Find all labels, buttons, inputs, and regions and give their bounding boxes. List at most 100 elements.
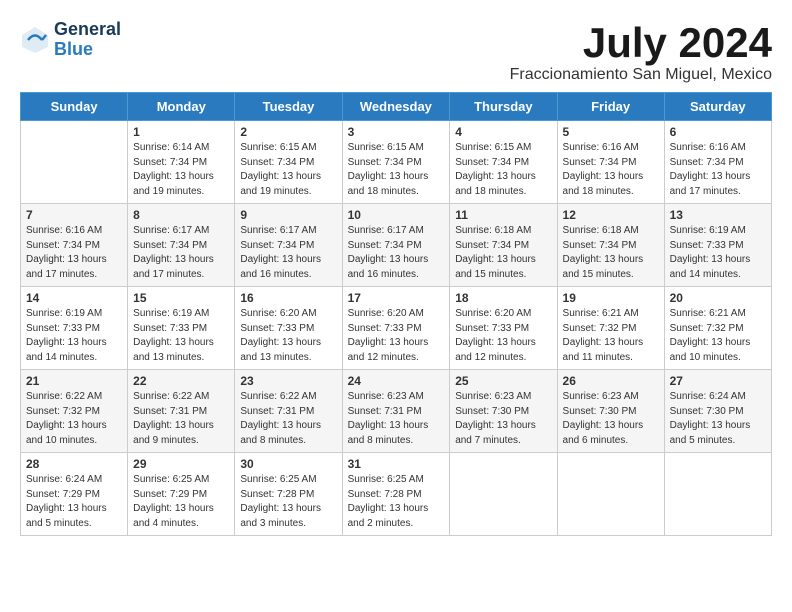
day-number: 30	[240, 457, 336, 471]
calendar-cell: 21 Sunrise: 6:22 AMSunset: 7:32 PMDayligh…	[21, 370, 128, 453]
day-info: Sunrise: 6:19 AMSunset: 7:33 PMDaylight:…	[26, 307, 122, 365]
calendar-cell: 20 Sunrise: 6:21 AMSunset: 7:32 PMDayligh…	[664, 287, 771, 370]
day-number: 5	[563, 125, 659, 139]
logo-icon	[20, 25, 50, 55]
calendar-cell: 1Sunrise: 6:14 AMSunset: 7:34 PMDaylight…	[128, 121, 235, 204]
calendar-cell: 10 Sunrise: 6:17 AMSunset: 7:34 PMDayligh…	[342, 204, 450, 287]
day-number: 21	[26, 374, 122, 388]
location-title: Fraccionamiento San Miguel, Mexico	[510, 66, 772, 84]
day-number: 24	[348, 374, 445, 388]
month-title: July 2024	[510, 20, 772, 66]
weekday-header-monday: Monday	[128, 93, 235, 121]
day-number: 29	[133, 457, 229, 471]
header: General Blue July 2024 Fraccionamiento S…	[20, 20, 772, 84]
day-info: Sunrise: 6:17 AMSunset: 7:34 PMDaylight:…	[348, 224, 445, 282]
title-area: July 2024 Fraccionamiento San Miguel, Me…	[510, 20, 772, 84]
calendar-cell: 18Sunrise: 6:20 AMSunset: 7:33 PMDayligh…	[450, 287, 557, 370]
calendar-cell: 24 Sunrise: 6:23 AMSunset: 7:31 PMDayligh…	[342, 370, 450, 453]
day-number: 9	[240, 208, 336, 222]
day-number: 19	[563, 291, 659, 305]
week-row-1: 1Sunrise: 6:14 AMSunset: 7:34 PMDaylight…	[21, 121, 772, 204]
day-number: 16	[240, 291, 336, 305]
day-number: 7	[26, 208, 122, 222]
day-info: Sunrise: 6:15 AMSunset: 7:34 PMDaylight:…	[348, 141, 445, 199]
day-number: 12	[563, 208, 659, 222]
calendar-cell: 6 Sunrise: 6:16 AMSunset: 7:34 PMDaylight…	[664, 121, 771, 204]
calendar-cell: 26 Sunrise: 6:23 AMSunset: 7:30 PMDayligh…	[557, 370, 664, 453]
logo-blue: Blue	[54, 40, 121, 60]
day-info: Sunrise: 6:22 AMSunset: 7:31 PMDaylight:…	[133, 390, 229, 448]
day-info: Sunrise: 6:23 AMSunset: 7:30 PMDaylight:…	[563, 390, 659, 448]
day-info: Sunrise: 6:25 AMSunset: 7:29 PMDaylight:…	[133, 473, 229, 531]
day-number: 8	[133, 208, 229, 222]
calendar-cell: 28 Sunrise: 6:24 AMSunset: 7:29 PMDayligh…	[21, 453, 128, 536]
day-number: 6	[670, 125, 766, 139]
calendar-cell: 14 Sunrise: 6:19 AMSunset: 7:33 PMDayligh…	[21, 287, 128, 370]
calendar-cell: 31Sunrise: 6:25 AMSunset: 7:28 PMDayligh…	[342, 453, 450, 536]
day-number: 13	[670, 208, 766, 222]
day-info: Sunrise: 6:17 AMSunset: 7:34 PMDaylight:…	[133, 224, 229, 282]
calendar-cell	[21, 121, 128, 204]
day-info: Sunrise: 6:25 AMSunset: 7:28 PMDaylight:…	[348, 473, 445, 531]
day-number: 1	[133, 125, 229, 139]
calendar-cell: 30 Sunrise: 6:25 AMSunset: 7:28 PMDayligh…	[235, 453, 342, 536]
day-number: 26	[563, 374, 659, 388]
day-info: Sunrise: 6:15 AMSunset: 7:34 PMDaylight:…	[455, 141, 551, 199]
logo-general: General	[54, 20, 121, 40]
calendar-cell: 17Sunrise: 6:20 AMSunset: 7:33 PMDayligh…	[342, 287, 450, 370]
calendar-cell: 5Sunrise: 6:16 AMSunset: 7:34 PMDaylight…	[557, 121, 664, 204]
day-info: Sunrise: 6:16 AMSunset: 7:34 PMDaylight:…	[670, 141, 766, 199]
weekday-header-row: SundayMondayTuesdayWednesdayThursdayFrid…	[21, 93, 772, 121]
logo-text: General Blue	[54, 20, 121, 60]
day-info: Sunrise: 6:23 AMSunset: 7:30 PMDaylight:…	[455, 390, 551, 448]
day-info: Sunrise: 6:22 AMSunset: 7:32 PMDaylight:…	[26, 390, 122, 448]
weekday-header-saturday: Saturday	[664, 93, 771, 121]
day-info: Sunrise: 6:15 AMSunset: 7:34 PMDaylight:…	[240, 141, 336, 199]
day-info: Sunrise: 6:22 AMSunset: 7:31 PMDaylight:…	[240, 390, 336, 448]
day-number: 28	[26, 457, 122, 471]
weekday-header-thursday: Thursday	[450, 93, 557, 121]
day-number: 20	[670, 291, 766, 305]
day-info: Sunrise: 6:21 AMSunset: 7:32 PMDaylight:…	[563, 307, 659, 365]
weekday-header-wednesday: Wednesday	[342, 93, 450, 121]
calendar-table: SundayMondayTuesdayWednesdayThursdayFrid…	[20, 92, 772, 536]
day-number: 3	[348, 125, 445, 139]
calendar-cell: 15 Sunrise: 6:19 AMSunset: 7:33 PMDayligh…	[128, 287, 235, 370]
day-info: Sunrise: 6:23 AMSunset: 7:31 PMDaylight:…	[348, 390, 445, 448]
day-number: 25	[455, 374, 551, 388]
day-info: Sunrise: 6:24 AMSunset: 7:30 PMDaylight:…	[670, 390, 766, 448]
week-row-4: 21 Sunrise: 6:22 AMSunset: 7:32 PMDayligh…	[21, 370, 772, 453]
day-number: 2	[240, 125, 336, 139]
day-info: Sunrise: 6:25 AMSunset: 7:28 PMDaylight:…	[240, 473, 336, 531]
day-info: Sunrise: 6:18 AMSunset: 7:34 PMDaylight:…	[563, 224, 659, 282]
calendar-cell: 11 Sunrise: 6:18 AMSunset: 7:34 PMDayligh…	[450, 204, 557, 287]
weekday-header-tuesday: Tuesday	[235, 93, 342, 121]
day-number: 22	[133, 374, 229, 388]
calendar-cell	[450, 453, 557, 536]
day-info: Sunrise: 6:17 AMSunset: 7:34 PMDaylight:…	[240, 224, 336, 282]
week-row-5: 28 Sunrise: 6:24 AMSunset: 7:29 PMDayligh…	[21, 453, 772, 536]
weekday-header-friday: Friday	[557, 93, 664, 121]
calendar-cell: 16 Sunrise: 6:20 AMSunset: 7:33 PMDayligh…	[235, 287, 342, 370]
day-number: 17	[348, 291, 445, 305]
calendar-cell: 12 Sunrise: 6:18 AMSunset: 7:34 PMDayligh…	[557, 204, 664, 287]
day-info: Sunrise: 6:24 AMSunset: 7:29 PMDaylight:…	[26, 473, 122, 531]
day-info: Sunrise: 6:20 AMSunset: 7:33 PMDaylight:…	[240, 307, 336, 365]
day-info: Sunrise: 6:21 AMSunset: 7:32 PMDaylight:…	[670, 307, 766, 365]
day-number: 14	[26, 291, 122, 305]
day-info: Sunrise: 6:19 AMSunset: 7:33 PMDaylight:…	[133, 307, 229, 365]
day-info: Sunrise: 6:18 AMSunset: 7:34 PMDaylight:…	[455, 224, 551, 282]
calendar-cell	[557, 453, 664, 536]
calendar-cell: 29 Sunrise: 6:25 AMSunset: 7:29 PMDayligh…	[128, 453, 235, 536]
day-number: 11	[455, 208, 551, 222]
calendar-cell: 22 Sunrise: 6:22 AMSunset: 7:31 PMDayligh…	[128, 370, 235, 453]
day-info: Sunrise: 6:19 AMSunset: 7:33 PMDaylight:…	[670, 224, 766, 282]
calendar-cell: 23 Sunrise: 6:22 AMSunset: 7:31 PMDayligh…	[235, 370, 342, 453]
weekday-header-sunday: Sunday	[21, 93, 128, 121]
day-number: 10	[348, 208, 445, 222]
calendar-cell: 13 Sunrise: 6:19 AMSunset: 7:33 PMDayligh…	[664, 204, 771, 287]
calendar-cell: 27Sunrise: 6:24 AMSunset: 7:30 PMDayligh…	[664, 370, 771, 453]
day-number: 23	[240, 374, 336, 388]
day-info: Sunrise: 6:20 AMSunset: 7:33 PMDaylight:…	[455, 307, 551, 365]
day-number: 15	[133, 291, 229, 305]
